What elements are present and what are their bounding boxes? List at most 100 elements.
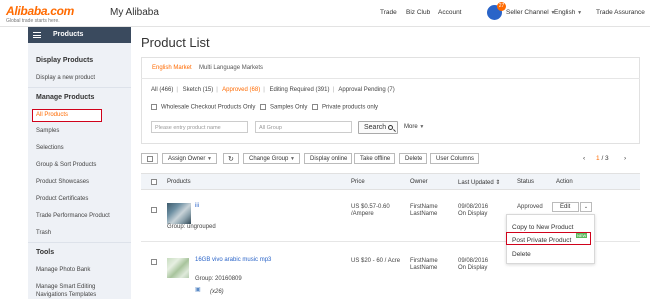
column-header-action: Action — [556, 179, 573, 185]
checkbox-icon — [147, 156, 153, 162]
owner-last-name: LastName — [410, 211, 438, 217]
next-page-icon[interactable]: › — [624, 155, 626, 162]
prev-page-icon[interactable]: ‹ — [583, 155, 585, 162]
filter-approval-pending[interactable]: Approval Pending (7) — [338, 87, 394, 93]
nav-trade-assurance[interactable]: Trade Assurance — [596, 9, 645, 16]
refresh-button[interactable]: ↻ — [223, 153, 239, 164]
column-header-last-updated[interactable]: Last Updated ⇕ — [458, 179, 500, 186]
display-status: On Display — [458, 265, 488, 271]
nav-trade[interactable]: Trade — [380, 9, 397, 16]
language-label: English — [554, 9, 576, 16]
wholesale-checkbox-row[interactable]: Wholesale Checkout Products Only — [151, 104, 255, 111]
user-columns-button[interactable]: User Columns — [430, 153, 480, 164]
search-button[interactable]: Search — [358, 121, 398, 134]
sidebar-header[interactable]: Products — [28, 27, 131, 43]
product-thumbnail[interactable] — [167, 258, 189, 278]
row-checkbox[interactable] — [151, 207, 157, 213]
sidebar-divider — [28, 87, 131, 88]
action-dropdown-toggle[interactable]: ⌄ — [580, 202, 592, 212]
sidebar-item-trade-performance[interactable]: Trade Performance Product — [36, 213, 110, 219]
private-label: Private products only — [322, 104, 379, 111]
chevron-down-icon: ▼ — [419, 124, 425, 130]
product-name-link[interactable]: 16GB vivo arabic music mp3 — [195, 257, 271, 264]
sort-icon: ⇕ — [495, 180, 501, 186]
wholesale-checkbox[interactable] — [151, 104, 157, 110]
new-badge: NEW — [576, 233, 588, 238]
private-checkbox-row[interactable]: Private products only — [312, 104, 378, 111]
sidebar-item-all-products[interactable]: All Products — [32, 109, 102, 122]
page-current[interactable]: 1 — [596, 155, 600, 162]
menu-item-delete[interactable]: Delete — [512, 251, 531, 258]
samples-checkbox-row[interactable]: Samples Only — [260, 104, 307, 111]
filter-approved[interactable]: Approved (68) — [222, 87, 260, 93]
display-status: On Display — [458, 211, 488, 217]
filter-all[interactable]: All (466) — [151, 87, 173, 93]
assign-owner-label: Assign Owner — [168, 156, 206, 162]
tab-english-market[interactable]: English Market — [152, 65, 192, 71]
sidebar-item-selections[interactable]: Selections — [36, 145, 64, 151]
group-select[interactable]: All Group — [255, 121, 352, 133]
product-name-input[interactable]: Please entry product name — [151, 121, 248, 133]
menu-icon[interactable] — [33, 32, 41, 38]
select-all-checkbox[interactable] — [141, 153, 158, 164]
logo-tagline: Global trade starts here. — [6, 18, 60, 24]
nav-seller-channel[interactable]: Seller Channel ▼ — [506, 9, 555, 16]
nav-biz-club[interactable]: Biz Club — [406, 9, 430, 16]
edit-button[interactable]: Edit — [552, 202, 579, 212]
display-online-button[interactable]: Display online — [304, 153, 353, 164]
last-updated-date: 09/08/2016 — [458, 258, 489, 264]
tab-divider — [141, 78, 640, 79]
private-checkbox[interactable] — [312, 104, 318, 110]
sidebar-item-certificates[interactable]: Product Certificates — [36, 196, 88, 202]
menu-item-copy-to-new-product[interactable]: Copy to New Product — [512, 224, 573, 231]
nav-account[interactable]: Account — [438, 9, 462, 16]
sidebar-item-samples[interactable]: Samples — [36, 128, 59, 134]
tab-multi-language[interactable]: Multi Language Markets — [199, 65, 263, 71]
nav-language[interactable]: English ▼ — [554, 9, 582, 16]
page-heading[interactable]: My Alibaba — [110, 7, 159, 18]
column-header-owner: Owner — [410, 179, 428, 185]
column-header-status: Status — [517, 179, 535, 185]
row-checkbox[interactable] — [151, 259, 157, 265]
alibaba-logo[interactable]: Alibaba.com Global trade starts here. — [6, 4, 74, 24]
seller-channel-label: Seller Channel — [506, 9, 549, 16]
assign-owner-button[interactable]: Assign Owner ▼ — [162, 153, 217, 164]
take-offline-button[interactable]: Take offline — [354, 153, 396, 164]
sidebar-item-display-new-product[interactable]: Display a new product — [36, 75, 95, 81]
sidebar-item-smart-editing[interactable]: Manage Smart Editing — [36, 284, 95, 290]
change-group-label: Change Group — [249, 156, 289, 162]
search-icon — [388, 125, 393, 130]
chevron-down-icon: ▼ — [207, 156, 212, 162]
column-header-products: Products — [167, 179, 191, 185]
page-title: Product List — [141, 35, 210, 50]
product-price: US $20 - 60 / Acre — [351, 258, 401, 264]
page-total: / 3 — [601, 155, 609, 162]
delete-button[interactable]: Delete — [399, 153, 428, 164]
sidebar-item-group-sort[interactable]: Group & Sort Products — [36, 162, 96, 168]
chevron-down-icon: ⌄ — [583, 204, 589, 210]
change-group-button[interactable]: Change Group ▼ — [243, 153, 300, 164]
sidebar-item-trash[interactable]: Trash — [36, 230, 51, 236]
avatar[interactable]: 27 — [487, 2, 506, 20]
refresh-icon: ↻ — [228, 156, 234, 163]
sidebar-item-navigation-templates[interactable]: Navigations Templates — [36, 292, 96, 298]
product-price-unit: /Ampere — [351, 211, 374, 217]
sidebar-section-display-products: Display Products — [36, 57, 94, 64]
more-filters-link[interactable]: More ▼ — [404, 124, 424, 130]
more-label: More — [404, 124, 418, 130]
status-badge: Approved — [517, 204, 543, 210]
image-icon: ▣ — [195, 287, 201, 293]
product-thumbnail[interactable] — [167, 203, 191, 224]
owner-first-name: FirstName — [410, 204, 438, 210]
header-checkbox[interactable] — [151, 179, 157, 185]
sidebar-item-photo-bank[interactable]: Manage Photo Bank — [36, 267, 90, 273]
owner-first-name: FirstName — [410, 258, 438, 264]
product-name-link[interactable]: iii — [195, 203, 199, 210]
sidebar-item-showcases[interactable]: Product Showcases — [36, 179, 89, 185]
filter-editing-required[interactable]: Editing Required (391) — [269, 87, 329, 93]
image-count: (x26) — [210, 289, 224, 295]
sidebar: Products Display Products Display a new … — [28, 27, 131, 299]
chevron-down-icon: ▼ — [290, 156, 295, 162]
filter-sketch[interactable]: Sketch (15) — [183, 87, 214, 93]
samples-checkbox[interactable] — [260, 104, 266, 110]
